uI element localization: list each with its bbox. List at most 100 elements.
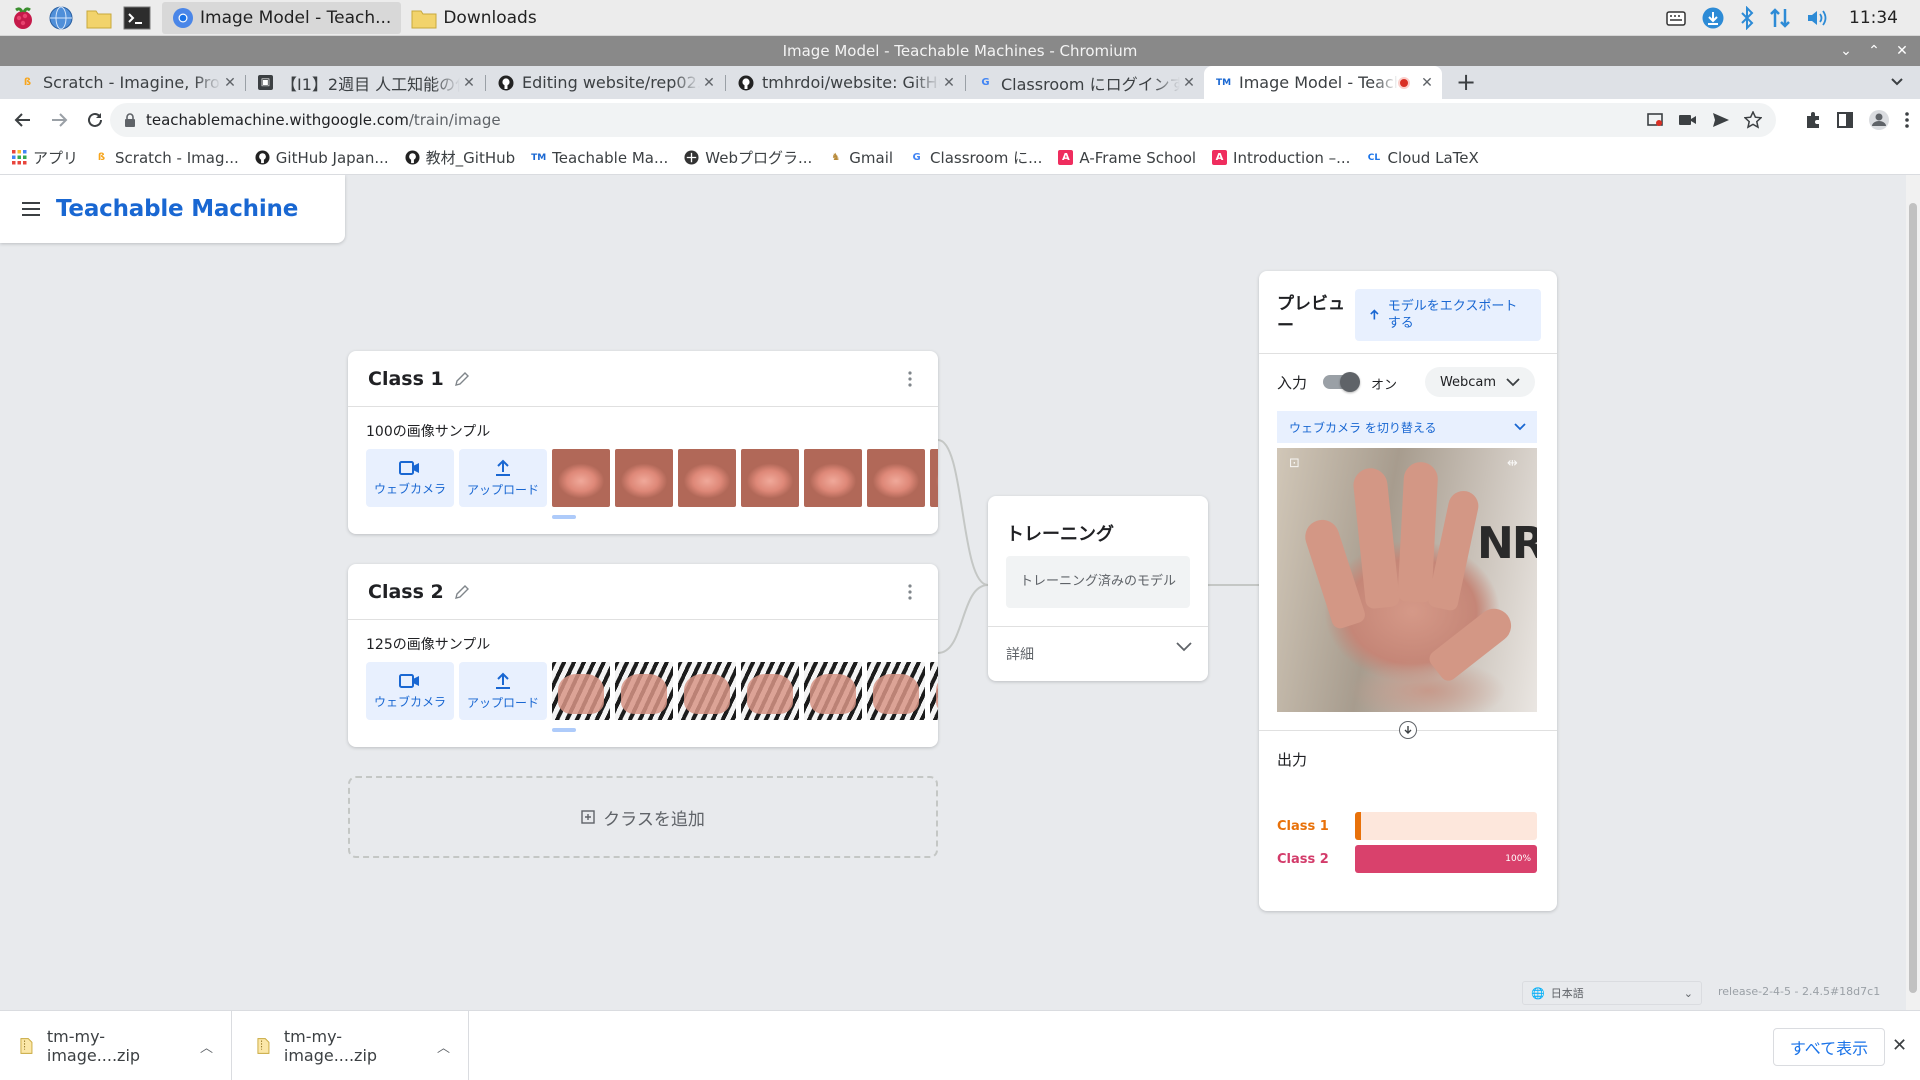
tab-close-icon[interactable]: ✕ — [700, 75, 718, 91]
bookmark-cloud-latex[interactable]: CL Cloud LaTeX — [1366, 149, 1479, 167]
download-item[interactable]: tm-my-image....zip ︿ — [237, 1011, 469, 1080]
chevron-down-icon[interactable] — [1176, 642, 1192, 652]
bookmark-scratch[interactable]: ß Scratch - Imag... — [94, 149, 239, 167]
extensions-icon[interactable] — [1804, 111, 1822, 129]
bookmark-teachable-machine[interactable]: TM Teachable Ma... — [531, 149, 668, 167]
sample-image[interactable] — [804, 449, 862, 507]
page-scrollbar[interactable] — [1906, 175, 1920, 1010]
app-title[interactable]: Teachable Machine — [56, 196, 298, 222]
sample-image[interactable] — [678, 662, 736, 720]
bookmark-github-japan[interactable]: GitHub Japan... — [255, 149, 389, 167]
taskbar-item-downloads[interactable]: Downloads — [401, 2, 546, 34]
language-select[interactable]: 🌐 日本語 ⌄ — [1522, 981, 1702, 1005]
edit-pencil-icon[interactable] — [454, 371, 470, 387]
export-model-button[interactable]: モデルをエクスポートする — [1355, 289, 1541, 341]
edit-pencil-icon[interactable] — [454, 584, 470, 600]
tab-teachable-machine[interactable]: TM Image Model - Teachable ✕ — [1204, 66, 1442, 99]
bookmark-introduction[interactable]: A Introduction –... — [1212, 149, 1350, 167]
sample-image[interactable] — [678, 449, 736, 507]
sample-image[interactable] — [552, 449, 610, 507]
bookmark-aframe-school[interactable]: A A-Frame School — [1058, 149, 1196, 167]
side-panel-icon[interactable] — [1836, 111, 1854, 129]
forward-icon[interactable] — [46, 107, 72, 133]
close-shelf-icon[interactable]: ✕ — [1892, 1035, 1907, 1056]
bookmark-gmail[interactable]: ♞ Gmail — [828, 149, 893, 167]
taskbar-item-chromium[interactable]: Image Model - Teach... — [162, 1, 402, 34]
tab-close-icon[interactable]: ✕ — [1180, 75, 1198, 91]
upload-button[interactable]: アップロード — [459, 662, 547, 720]
minimize-icon[interactable]: ⌄ — [1832, 36, 1860, 66]
terminal-icon[interactable] — [122, 4, 152, 32]
sample-image[interactable] — [552, 662, 610, 720]
tab-close-icon[interactable]: ✕ — [940, 75, 958, 91]
browser-menu-icon[interactable] — [1904, 111, 1910, 129]
crop-icon[interactable]: ⊡ — [1289, 456, 1307, 474]
raspberry-menu-icon[interactable] — [8, 4, 38, 32]
switch-webcam-dropdown[interactable]: ウェブカメラ を切り替える — [1277, 411, 1537, 443]
upload-button[interactable]: アップロード — [459, 449, 547, 507]
sample-image[interactable] — [867, 449, 925, 507]
webcam-button[interactable]: ウェブカメラ — [366, 449, 454, 507]
class-name[interactable]: Class 2 — [368, 581, 444, 603]
tab-close-icon[interactable]: ✕ — [1418, 75, 1436, 91]
bookmark-classroom[interactable]: G Classroom に... — [909, 147, 1042, 168]
profile-avatar-icon[interactable] — [1868, 109, 1890, 131]
sample-image[interactable] — [804, 662, 862, 720]
tab-classroom-lesson[interactable]: ▣ 【I1】2週目 人工知能の仕組み ✕ — [246, 66, 484, 99]
bookmark-web-programming[interactable]: Webプログラ... — [684, 147, 812, 168]
download-item[interactable]: tm-my-image....zip ︿ — [0, 1011, 232, 1080]
train-model-button[interactable]: トレーニング済みのモデル — [1006, 556, 1190, 608]
class-options-icon[interactable] — [908, 584, 912, 600]
show-all-downloads-button[interactable]: すべて表示 — [1773, 1028, 1885, 1066]
chevron-up-icon[interactable]: ︿ — [200, 1037, 213, 1056]
bookmark-kyozai-github[interactable]: 教材_GitHub — [405, 147, 515, 168]
send-icon[interactable] — [1712, 112, 1730, 128]
camera-in-use-icon[interactable] — [1678, 112, 1698, 128]
lock-icon[interactable] — [124, 113, 136, 127]
thumbnail-scrollbar[interactable] — [552, 515, 576, 519]
sample-image[interactable] — [741, 449, 799, 507]
sample-image[interactable] — [615, 662, 673, 720]
reload-icon[interactable] — [82, 107, 108, 133]
thumbnail-scrollbar[interactable] — [552, 728, 576, 732]
sample-image[interactable] — [741, 662, 799, 720]
tab-search-icon[interactable] — [1888, 72, 1906, 94]
tab-github-editing[interactable]: Editing website/rep02.html ✕ — [486, 66, 724, 99]
chevron-up-icon[interactable]: ︿ — [437, 1037, 450, 1056]
bookmark-star-icon[interactable] — [1744, 111, 1762, 129]
input-toggle[interactable] — [1323, 372, 1360, 392]
tab-scratch[interactable]: ß Scratch - Imagine, Program ✕ — [0, 66, 245, 99]
recording-indicator-icon — [1398, 76, 1410, 89]
sample-image[interactable] — [930, 449, 938, 507]
tab-close-icon[interactable]: ✕ — [460, 75, 478, 91]
hamburger-menu-icon[interactable] — [22, 202, 40, 216]
class-options-icon[interactable] — [908, 371, 912, 387]
bookmark-apps[interactable]: アプリ — [12, 147, 78, 168]
add-class-button[interactable]: クラスを追加 — [348, 776, 938, 858]
tab-close-icon[interactable]: ✕ — [221, 75, 239, 91]
class-name[interactable]: Class 1 — [368, 368, 444, 390]
volume-icon[interactable] — [1805, 7, 1829, 29]
output-row-class-2: Class 2 100% — [1277, 845, 1541, 873]
bluetooth-icon[interactable] — [1739, 6, 1755, 30]
file-manager-icon[interactable] — [84, 4, 114, 32]
sample-image[interactable] — [930, 662, 938, 720]
input-source-select[interactable]: Webcam — [1425, 367, 1535, 397]
back-icon[interactable] — [10, 107, 36, 133]
network-icon[interactable] — [1769, 6, 1791, 30]
browser-globe-icon[interactable] — [46, 4, 76, 32]
sample-image[interactable] — [615, 449, 673, 507]
maximize-icon[interactable]: ⌃ — [1860, 36, 1888, 66]
download-status-icon[interactable] — [1701, 6, 1725, 30]
cast-warning-icon[interactable] — [1646, 111, 1664, 129]
advanced-details-toggle[interactable]: 詳細 — [1006, 644, 1034, 664]
address-bar[interactable]: teachablemachine.withgoogle.com/train/im… — [110, 103, 1776, 137]
sample-image[interactable] — [867, 662, 925, 720]
close-window-icon[interactable]: ✕ — [1888, 36, 1916, 66]
new-tab-button[interactable]: + — [1452, 68, 1480, 96]
webcam-button[interactable]: ウェブカメラ — [366, 662, 454, 720]
flip-camera-icon[interactable]: ⇹ — [1507, 456, 1525, 474]
keyboard-icon[interactable] — [1665, 8, 1687, 28]
tab-github-repo[interactable]: tmhrdoi/website: GitHub ✕ — [726, 66, 964, 99]
tab-classroom-login[interactable]: G Classroom にログインする ✕ — [966, 66, 1204, 99]
